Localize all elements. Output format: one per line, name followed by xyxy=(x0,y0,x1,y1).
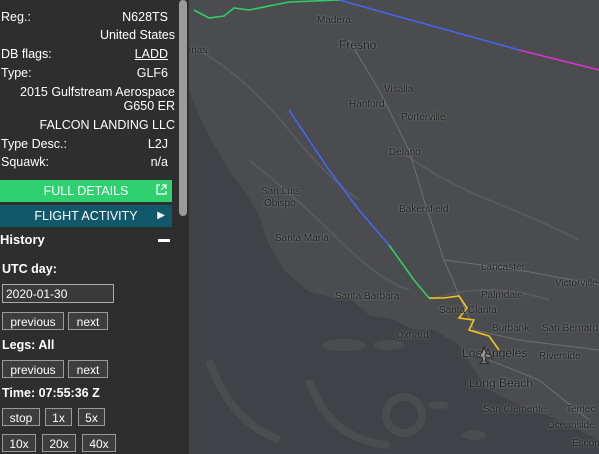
flight-activity-button[interactable]: FLIGHT ACTIVITY ▶ xyxy=(0,205,172,227)
city-temecula: Temec xyxy=(566,404,596,415)
scrollbar-thumb[interactable] xyxy=(179,0,187,216)
type-row: Type: GLF6 xyxy=(0,64,170,82)
sidebar-scrollbar[interactable] xyxy=(177,0,189,454)
squawk-label: Squawk: xyxy=(1,155,49,169)
city-san-luis: San Luis xyxy=(261,186,300,197)
day-previous-button[interactable]: previous xyxy=(2,312,64,330)
speed-20x-button[interactable]: 20x xyxy=(42,434,76,452)
map[interactable]: Madera Fresno inas Visalia Hanford Porte… xyxy=(189,0,599,454)
owner: FALCON LANDING LLC xyxy=(39,118,175,132)
dbflags-row: DB flags: LADD xyxy=(0,45,170,63)
city-porterville: Porterville xyxy=(401,112,446,123)
type-label: Type: xyxy=(1,66,32,80)
city-victorville: Victorville xyxy=(555,278,598,289)
city-obispo: Obispo xyxy=(264,198,296,209)
city-visalia: Visalia xyxy=(384,84,414,95)
speed-40x-button[interactable]: 40x xyxy=(82,434,116,452)
squawk-row: Squawk: n/a xyxy=(0,153,170,171)
aircraft-line2: G650 ER xyxy=(123,99,175,113)
country: United States xyxy=(99,28,175,42)
reg-row: Reg.: N628TS xyxy=(0,8,170,26)
city-santa-barbara: Santa Barbara xyxy=(335,291,400,302)
day-next-button[interactable]: next xyxy=(68,312,108,330)
typedesc-row: Type Desc.: L2J xyxy=(0,135,170,153)
city-palmdale: Palmdale xyxy=(481,290,523,301)
city-santa-maria: Santa Maria xyxy=(275,233,329,244)
stop-button[interactable]: stop xyxy=(2,408,40,426)
squawk-value: n/a xyxy=(150,155,168,169)
typedesc-value: L2J xyxy=(147,137,168,151)
full-details-label: FULL DETAILS xyxy=(43,184,129,198)
legs-label: Legs: All xyxy=(2,338,55,352)
speed-5x-button[interactable]: 5x xyxy=(78,408,105,426)
utc-day-input[interactable]: 2020-01-30 xyxy=(2,284,114,303)
city-san-clemente: San Clemente xyxy=(483,404,547,415)
history-title: History xyxy=(0,232,45,247)
city-delano: Delano xyxy=(389,147,421,158)
type-value: GLF6 xyxy=(136,66,168,80)
city-burbank: Burbank xyxy=(492,323,530,334)
city-oceanside: Oceanside xyxy=(547,420,595,431)
city-long-beach: Long Beach xyxy=(469,376,534,390)
city-riverside: Riverside xyxy=(539,351,581,362)
chevron-right-icon: ▶ xyxy=(157,210,165,221)
aircraft-line1: 2015 Gulfstream Aerospace xyxy=(20,85,175,99)
utc-day-label: UTC day: xyxy=(2,262,57,276)
sidebar: Reg.: N628TS United States DB flags: LAD… xyxy=(0,0,177,454)
city-fresno: Fresno xyxy=(339,38,377,52)
time-label: Time: 07:55:36 Z xyxy=(2,386,100,400)
map-basemap xyxy=(189,0,599,454)
typedesc-label: Type Desc.: xyxy=(1,137,67,151)
reg-value: N628TS xyxy=(122,10,168,24)
city-bakersfield: Bakersfield xyxy=(399,204,449,215)
speed-1x-button[interactable]: 1x xyxy=(45,408,72,426)
city-escondido: Escon xyxy=(572,438,599,449)
city-oxnard: Oxnard xyxy=(396,330,429,341)
collapse-minus-icon[interactable] xyxy=(158,239,170,242)
city-santa-clarita: Santa Clarita xyxy=(439,305,497,316)
city-los-angeles: Los Angeles xyxy=(462,346,528,360)
city-inas: inas xyxy=(189,45,208,56)
city-lancaster: Lancaster xyxy=(481,262,525,273)
city-madera: Madera xyxy=(317,15,351,26)
external-link-icon xyxy=(156,180,167,202)
speed-10x-button[interactable]: 10x xyxy=(2,434,36,452)
reg-label: Reg.: xyxy=(1,10,31,24)
flight-activity-label: FLIGHT ACTIVITY xyxy=(34,209,138,223)
city-hanford: Hanford xyxy=(349,99,385,110)
leg-previous-button[interactable]: previous xyxy=(2,360,64,378)
dbflags-link[interactable]: LADD xyxy=(135,45,168,63)
leg-next-button[interactable]: next xyxy=(68,360,108,378)
dbflags-label: DB flags: xyxy=(1,47,52,61)
city-san-bernardino: San Bernard xyxy=(542,323,599,334)
history-header[interactable]: History xyxy=(0,230,172,250)
full-details-button[interactable]: FULL DETAILS xyxy=(0,180,172,202)
